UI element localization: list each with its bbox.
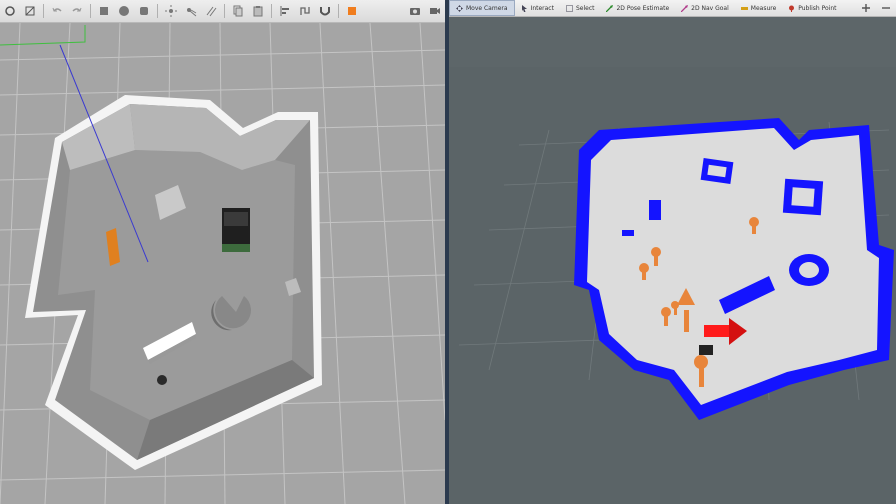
sphere-shape-icon[interactable]	[116, 3, 132, 19]
rviz-3d-viewport[interactable]	[449, 17, 896, 504]
redo-icon[interactable]	[69, 3, 85, 19]
gazebo-toolbar	[0, 0, 445, 23]
nav-goal-icon	[680, 4, 689, 12]
toolbar-divider	[224, 4, 225, 18]
toolbar-divider	[271, 4, 272, 18]
pose-estimate-icon	[606, 4, 614, 12]
select-mode-icon[interactable]	[2, 3, 18, 19]
remove-tool-icon[interactable]	[878, 0, 894, 16]
box-shape-icon[interactable]	[96, 3, 112, 19]
tool-2d-pose-estimate[interactable]: 2D Pose Estimate	[600, 1, 675, 15]
toolbar-divider	[157, 4, 158, 18]
toolbar-divider	[43, 4, 44, 18]
move-camera-icon	[456, 4, 463, 12]
spot-light-icon[interactable]	[183, 3, 199, 19]
tool-measure[interactable]: Measure	[735, 1, 783, 15]
undo-icon[interactable]	[49, 3, 65, 19]
tool-interact[interactable]: Interact	[515, 1, 560, 15]
align-icon[interactable]	[277, 3, 293, 19]
tool-select[interactable]: Select	[560, 1, 601, 15]
tool-label: Select	[575, 4, 595, 12]
gazebo-3d-viewport[interactable]	[0, 23, 445, 504]
add-tool-icon[interactable]	[858, 0, 874, 16]
tool-label: Measure	[750, 4, 777, 12]
tool-label: Interact	[530, 4, 554, 12]
directional-light-icon[interactable]	[203, 3, 219, 19]
tool-label: 2D Nav Goal	[691, 4, 729, 12]
screenshot-icon[interactable]	[407, 3, 423, 19]
measure-icon	[740, 5, 748, 12]
magnet-icon[interactable]	[317, 3, 333, 19]
tool-label: Publish Point	[798, 4, 837, 12]
tool-publish-point[interactable]: Publish Point	[782, 1, 842, 15]
cylinder-shape-icon[interactable]	[136, 3, 152, 19]
snap-icon[interactable]	[297, 3, 313, 19]
small-dark-object[interactable]	[157, 375, 167, 385]
point-light-icon[interactable]	[163, 3, 179, 19]
rviz-tool-bar: Move Camera Interact Select 2D Pose Esti…	[449, 0, 896, 17]
toolbar-divider	[338, 4, 339, 18]
tool-label: 2D Pose Estimate	[616, 4, 670, 12]
record-icon[interactable]	[427, 3, 443, 19]
rviz-window: Move Camera Interact Select 2D Pose Esti…	[449, 0, 896, 504]
publish-point-icon	[788, 5, 795, 12]
tool-2d-nav-goal[interactable]: 2D Nav Goal	[675, 1, 735, 15]
translate-mode-icon[interactable]	[22, 3, 38, 19]
tool-move-camera[interactable]: Move Camera	[449, 0, 515, 16]
copy-icon[interactable]	[230, 3, 246, 19]
interact-icon	[521, 4, 528, 12]
tool-label: Move Camera	[466, 4, 508, 12]
turtlebot-robot[interactable]	[222, 208, 250, 252]
orange-color-icon[interactable]	[344, 3, 360, 19]
toolbar-divider	[90, 4, 91, 18]
gazebo-window	[0, 0, 445, 504]
paste-icon[interactable]	[250, 3, 266, 19]
select-icon	[565, 4, 573, 12]
